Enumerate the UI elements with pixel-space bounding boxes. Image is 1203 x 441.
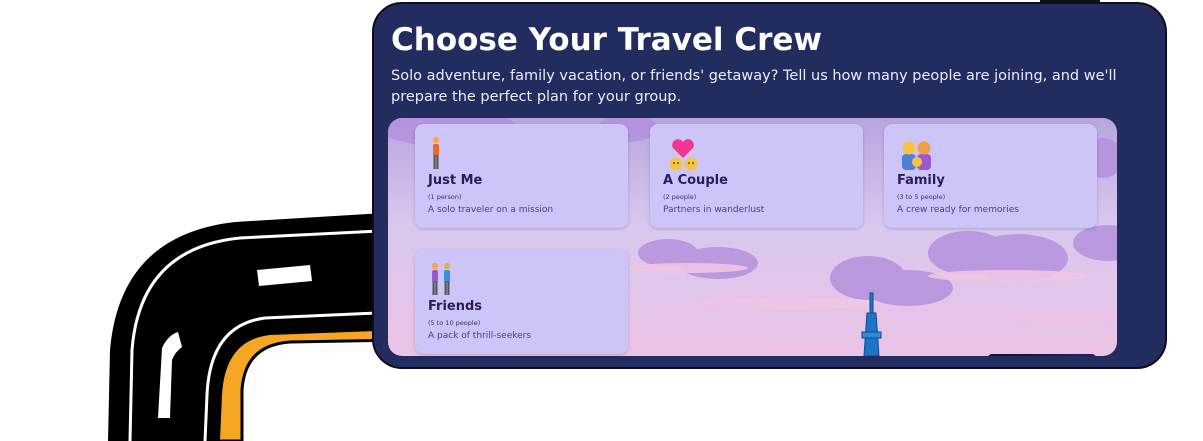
travel-crew-panel: Choose Your Travel Crew Solo adventure, … — [372, 2, 1167, 369]
friends-icon — [431, 262, 451, 295]
option-count: (1 person) — [428, 193, 462, 201]
page-title: Choose Your Travel Crew — [391, 22, 823, 58]
page-subtitle: Solo adventure, family vacation, or frie… — [391, 68, 1117, 105]
option-name: Family — [897, 173, 945, 188]
crew-option-family[interactable]: Family (3 to 5 people) A crew ready for … — [884, 124, 1097, 228]
option-count: (3 to 5 people) — [897, 193, 946, 201]
option-count: (2 people) — [663, 193, 697, 201]
option-name: Friends — [428, 299, 483, 314]
sky-scene: Just Me (1 person) A solo traveler on a … — [388, 118, 1117, 356]
option-description: Partners in wanderlust — [663, 205, 765, 215]
family-icon — [902, 141, 931, 170]
option-description: A crew ready for memories — [897, 205, 1019, 215]
option-name: A Couple — [663, 173, 728, 188]
person-icon — [432, 136, 440, 169]
option-count: (5 to 10 people) — [428, 319, 481, 327]
continue-button[interactable] — [988, 354, 1096, 356]
crew-option-couple[interactable]: A Couple (2 people) Partners in wanderlu… — [650, 124, 863, 228]
crew-option-friends[interactable]: Friends (5 to 10 people) A pack of thril… — [415, 250, 628, 354]
option-description: A solo traveler on a mission — [428, 205, 554, 215]
option-description: A pack of thrill-seekers — [428, 331, 532, 341]
couple-heart-icon — [669, 139, 698, 171]
option-name: Just Me — [428, 173, 483, 188]
crew-option-just-me[interactable]: Just Me (1 person) A solo traveler on a … — [415, 124, 628, 228]
